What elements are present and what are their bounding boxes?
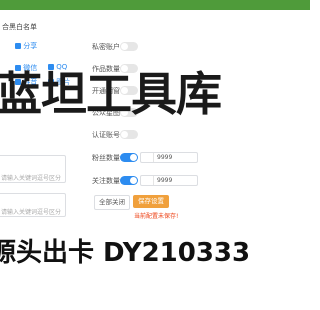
setting-label-private: 私密账户 [92, 43, 120, 51]
watermark-title: 蓝坦工具库 [0, 67, 222, 121]
input-stepper[interactable] [141, 176, 154, 185]
setting-label-verified: 认证账号 [92, 131, 120, 139]
close-all-button[interactable]: 全部关闭 [94, 195, 130, 210]
fans-count-value: 9999 [157, 154, 173, 161]
keyword-textarea-1[interactable]: 请输入关键词逗号区分 [0, 155, 66, 183]
textarea-placeholder: 请输入关键词逗号区分 [1, 175, 62, 182]
keyword-textarea-2[interactable]: 请输入关键词逗号区分 [0, 193, 66, 217]
save-settings-button[interactable]: 保存设置 [133, 195, 169, 208]
checkbox-share[interactable]: 分享 [15, 41, 37, 51]
top-bar [0, 0, 310, 10]
checkbox-icon [15, 43, 21, 49]
toggle-fans[interactable] [120, 153, 138, 162]
fans-count-input[interactable]: 9999 [140, 152, 198, 163]
input-stepper[interactable] [141, 153, 154, 162]
toggle-follow[interactable] [120, 176, 138, 185]
setting-label-follow: 关注数量 [92, 177, 120, 185]
follow-count-input[interactable]: 9999 [140, 175, 198, 186]
follow-count-value: 9999 [157, 177, 173, 184]
textarea-placeholder: 请输入关键词逗号区分 [1, 209, 62, 216]
toggle-verified[interactable] [120, 130, 138, 139]
panel-title: 合黑白名单 [2, 23, 37, 31]
toggle-private[interactable] [120, 42, 138, 51]
checkbox-label: 分享 [23, 42, 38, 50]
watermark-ad: 源头出卡 DY210333 [0, 238, 251, 268]
setting-label-fans: 粉丝数量 [92, 154, 120, 162]
unsaved-notice: 当前配置未保存! [134, 213, 179, 220]
